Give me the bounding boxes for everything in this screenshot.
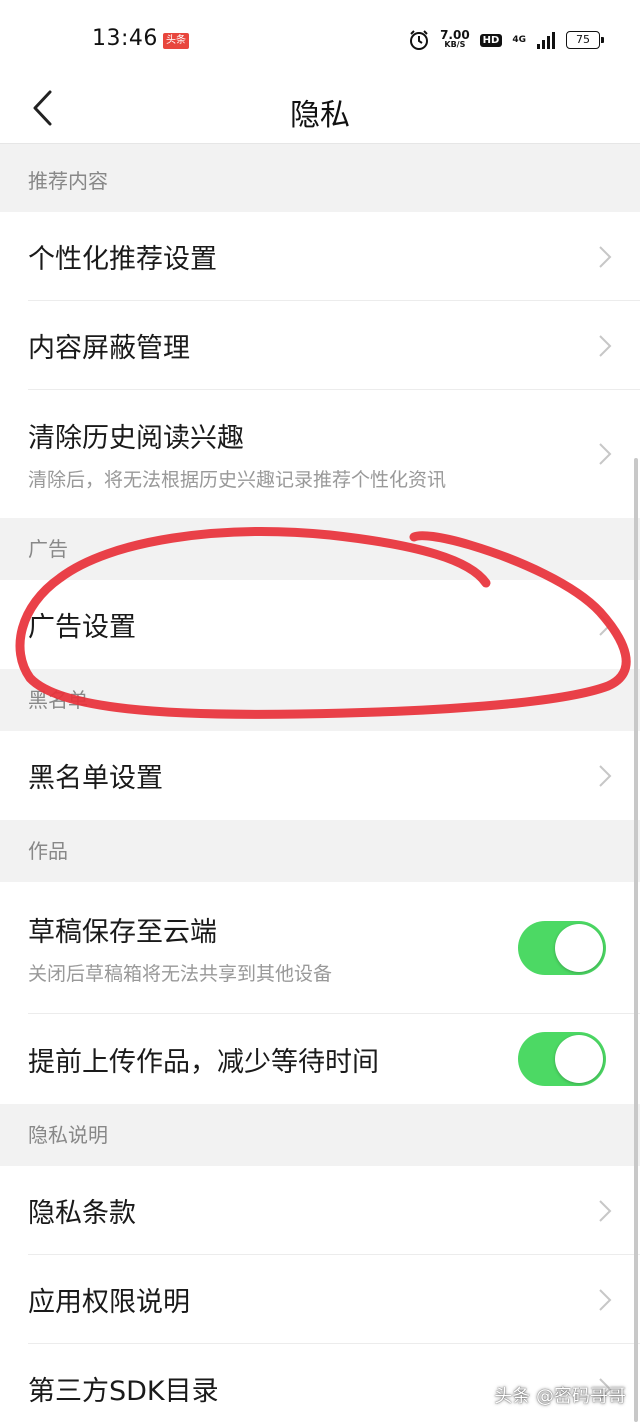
alarm-icon <box>410 30 429 50</box>
content-block-row[interactable]: 内容屏蔽管理 <box>0 301 640 390</box>
chevron-right-icon <box>599 334 612 357</box>
section-header-privacy-info: 隐私说明 <box>0 1104 640 1166</box>
signal-icon <box>537 32 555 49</box>
chevron-right-icon <box>599 1199 612 1222</box>
draft-cloud-toggle[interactable] <box>518 921 606 975</box>
hd-badge: HD <box>479 33 503 47</box>
clear-history-row[interactable]: 清除历史阅读兴趣 清除后，将无法根据历史兴趣记录推荐个性化资讯 <box>0 390 640 518</box>
section-header-ads: 广告 <box>0 518 640 580</box>
row-title: 黑名单设置 <box>28 763 163 794</box>
row-title: 隐私条款 <box>28 1198 136 1229</box>
section-header-blacklist: 黑名单 <box>0 669 640 731</box>
scrollbar[interactable] <box>634 458 638 1422</box>
navigation-bar: 隐私 <box>0 72 640 144</box>
row-title: 个性化推荐设置 <box>28 244 217 275</box>
row-subtitle: 清除后，将无法根据历史兴趣记录推荐个性化资讯 <box>28 469 447 491</box>
settings-list: 推荐内容 个性化推荐设置 内容屏蔽管理 清除历史阅读兴趣 清除后，将无法根据历史… <box>0 150 640 1422</box>
status-bar: 13:46 头条 7.00 KB/S HD 4G 75 <box>0 0 640 72</box>
chevron-right-icon <box>599 1288 612 1311</box>
status-indicators: 7.00 KB/S HD 4G 75 <box>408 26 604 54</box>
row-title: 内容屏蔽管理 <box>28 333 190 364</box>
section-header-recommend: 推荐内容 <box>0 150 640 212</box>
network-speed-value: 7.00 <box>440 28 470 42</box>
row-title: 应用权限说明 <box>28 1287 190 1318</box>
network-type: 4G <box>512 35 526 45</box>
network-speed-unit: KB/S <box>444 40 466 49</box>
pre-upload-toggle[interactable] <box>518 1032 606 1086</box>
chevron-right-icon <box>599 764 612 787</box>
row-title: 广告设置 <box>28 612 136 643</box>
app-notification-badge: 头条 <box>163 33 189 49</box>
row-title: 清除历史阅读兴趣 <box>28 423 244 454</box>
privacy-terms-row[interactable]: 隐私条款 <box>0 1166 640 1255</box>
battery-indicator: 75 <box>566 31 604 49</box>
watermark: 头条 @密码哥哥 <box>494 1386 626 1407</box>
chevron-right-icon <box>599 613 612 636</box>
toggle-knob <box>555 1035 603 1083</box>
blacklist-settings-row[interactable]: 黑名单设置 <box>0 731 640 820</box>
pre-upload-row: 提前上传作品，减少等待时间 <box>0 1014 640 1104</box>
section-header-works: 作品 <box>0 820 640 882</box>
status-time: 13:46 <box>92 26 158 51</box>
draft-cloud-row: 草稿保存至云端 关闭后草稿箱将无法共享到其他设备 <box>0 882 640 1014</box>
network-speed: 7.00 KB/S <box>440 28 470 50</box>
app-permissions-row[interactable]: 应用权限说明 <box>0 1255 640 1344</box>
ad-settings-row[interactable]: 广告设置 <box>0 580 640 669</box>
page-title: 隐私 <box>290 98 350 133</box>
toggle-knob <box>555 924 603 972</box>
chevron-right-icon <box>599 245 612 268</box>
personalized-recommend-row[interactable]: 个性化推荐设置 <box>0 212 640 301</box>
chevron-right-icon <box>599 443 612 465</box>
